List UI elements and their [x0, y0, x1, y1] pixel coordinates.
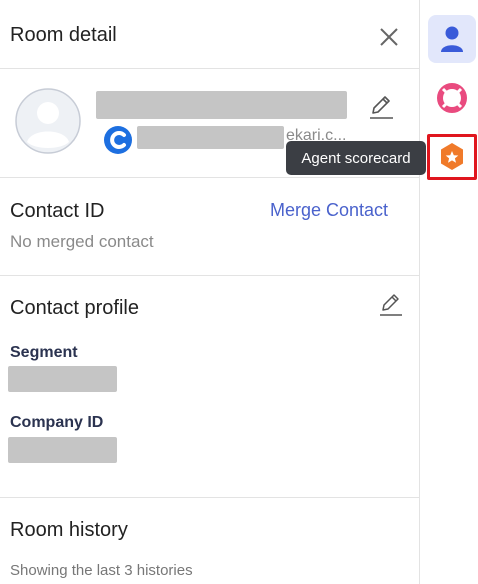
agent-scorecard-rail-button[interactable]	[427, 134, 477, 180]
contact-id-section: Contact ID Merge Contact No merged conta…	[0, 178, 419, 276]
contact-name-redacted	[96, 91, 347, 119]
contact-id-heading: Contact ID	[10, 200, 105, 222]
agent-scorecard-icon	[441, 143, 463, 170]
company-id-label: Company ID	[10, 414, 104, 431]
room-history-heading: Room history	[10, 519, 128, 541]
user-icon	[441, 26, 463, 52]
contact-profile-heading: Contact profile	[10, 297, 139, 319]
contact-info-rail-button[interactable]	[428, 15, 476, 63]
close-icon[interactable]	[376, 24, 402, 50]
edit-profile-icon[interactable]	[377, 290, 405, 318]
room-detail-panel: Room detail ekari.c... Contact ID Merge …	[0, 0, 420, 584]
company-id-value-redacted	[8, 437, 117, 463]
room-history-section: Room history Showing the last 3 historie…	[0, 498, 419, 584]
panel-title: Room detail	[10, 24, 117, 46]
merge-contact-link[interactable]: Merge Contact	[270, 200, 388, 221]
room-history-subtitle: Showing the last 3 histories	[10, 562, 193, 579]
edit-contact-icon[interactable]	[366, 91, 396, 121]
channel-logo-icon	[104, 126, 132, 154]
lifebuoy-icon	[437, 83, 467, 113]
agent-scorecard-tooltip: Agent scorecard	[286, 141, 426, 175]
panel-header: Room detail	[0, 0, 419, 69]
merged-contact-status: No merged contact	[10, 232, 154, 251]
right-icon-rail	[420, 0, 478, 584]
contact-profile-section: Contact profile Segment Company ID	[0, 276, 419, 498]
segment-value-redacted	[8, 366, 117, 392]
help-rail-button[interactable]	[428, 74, 476, 122]
segment-label: Segment	[10, 344, 78, 361]
avatar	[15, 88, 81, 154]
contact-email-redacted	[137, 126, 284, 149]
